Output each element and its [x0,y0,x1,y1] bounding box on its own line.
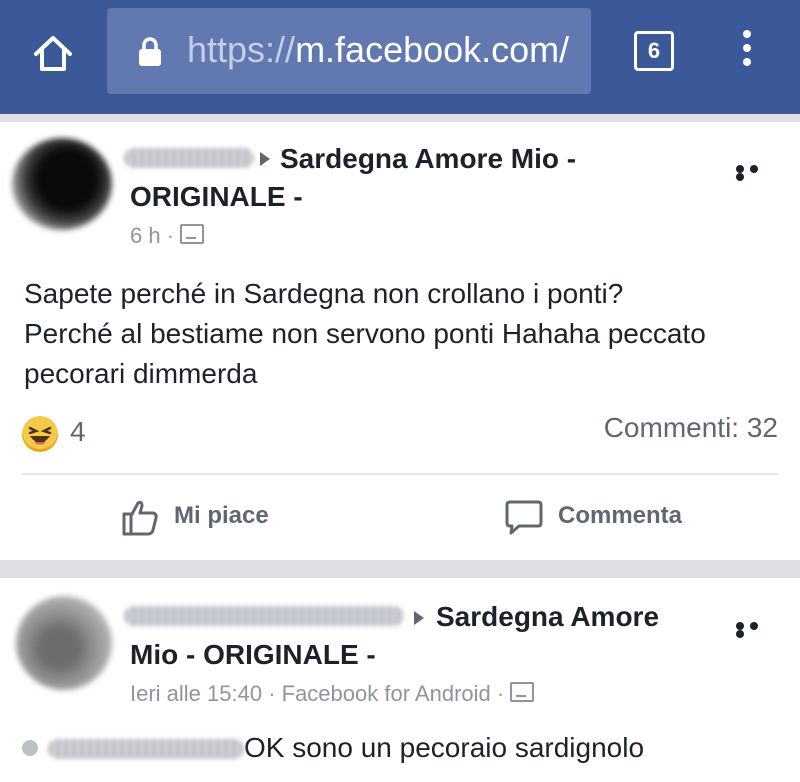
post-timestamp[interactable]: 6 h · [130,223,174,248]
reaction-count[interactable]: 4 [70,416,86,448]
url-text: https://m.facebook.com/ [187,30,569,70]
comment-text: OK sono un pecoraio sardignolo [244,732,645,763]
post-text-line: Perché al bestiame non servono ponti Hah… [24,318,706,349]
tab-switcher-button[interactable]: 6 [634,31,674,71]
feed-separator [0,114,800,122]
post-options-icon[interactable] [736,622,776,638]
url-scheme: https:// [187,29,296,70]
post-meta: 6 h · [130,222,205,250]
post-meta: Ieri alle 15:40 · Facebook for Android · [130,680,535,708]
group-name-line2: ORIGINALE - [130,181,303,212]
avatar[interactable] [16,596,112,690]
comment-button[interactable]: Commenta [504,494,682,538]
home-icon[interactable] [30,30,76,76]
post-timestamp[interactable]: Ieri alle 15:40 · Facebook for Android · [130,681,504,706]
haha-emoji-icon[interactable] [22,416,58,452]
group-name-line2: Mio - ORIGINALE - [130,639,376,670]
group-name-line1: Sardegna Amore [436,601,660,632]
comment-preview: OK sono un pecoraio sardignolo [22,730,644,766]
comments-count-link[interactable]: Commenti: 32 [604,412,778,444]
divider [22,473,778,475]
browser-toolbar: https://m.facebook.com/ 6 [0,0,800,114]
comment-label: Commenta [558,502,683,529]
group-name-line1: Sardegna Amore Mio - [280,143,577,174]
comment-bubble-icon [505,500,543,535]
lock-icon [137,36,163,68]
commenter-icon [22,740,38,756]
audience-group-icon [180,224,205,244]
audience-group-icon [510,682,535,702]
commenter-name-redacted[interactable] [48,739,244,759]
avatar[interactable] [12,138,112,230]
like-button[interactable]: Mi piace [120,494,269,538]
post-text: Sapete perché in Sardegna non crollano i… [24,274,784,394]
group-name-link[interactable]: Sardegna Amore Mio - ORIGINALE - [130,140,690,216]
browser-menu-icon[interactable] [740,30,754,74]
like-label: Mi piace [174,502,269,529]
group-name-link[interactable]: Sardegna Amore Mio - ORIGINALE - [130,598,690,674]
feed-separator [0,560,800,578]
thumbs-up-icon [122,500,158,536]
url-host: m.facebook.com/ [295,29,570,70]
post-text-line: pecorari dimmerda [24,358,258,389]
post-options-icon[interactable] [736,165,776,181]
post-text-line: Sapete perché in Sardegna non crollano i… [24,278,624,309]
address-bar[interactable]: https://m.facebook.com/ [107,8,591,94]
